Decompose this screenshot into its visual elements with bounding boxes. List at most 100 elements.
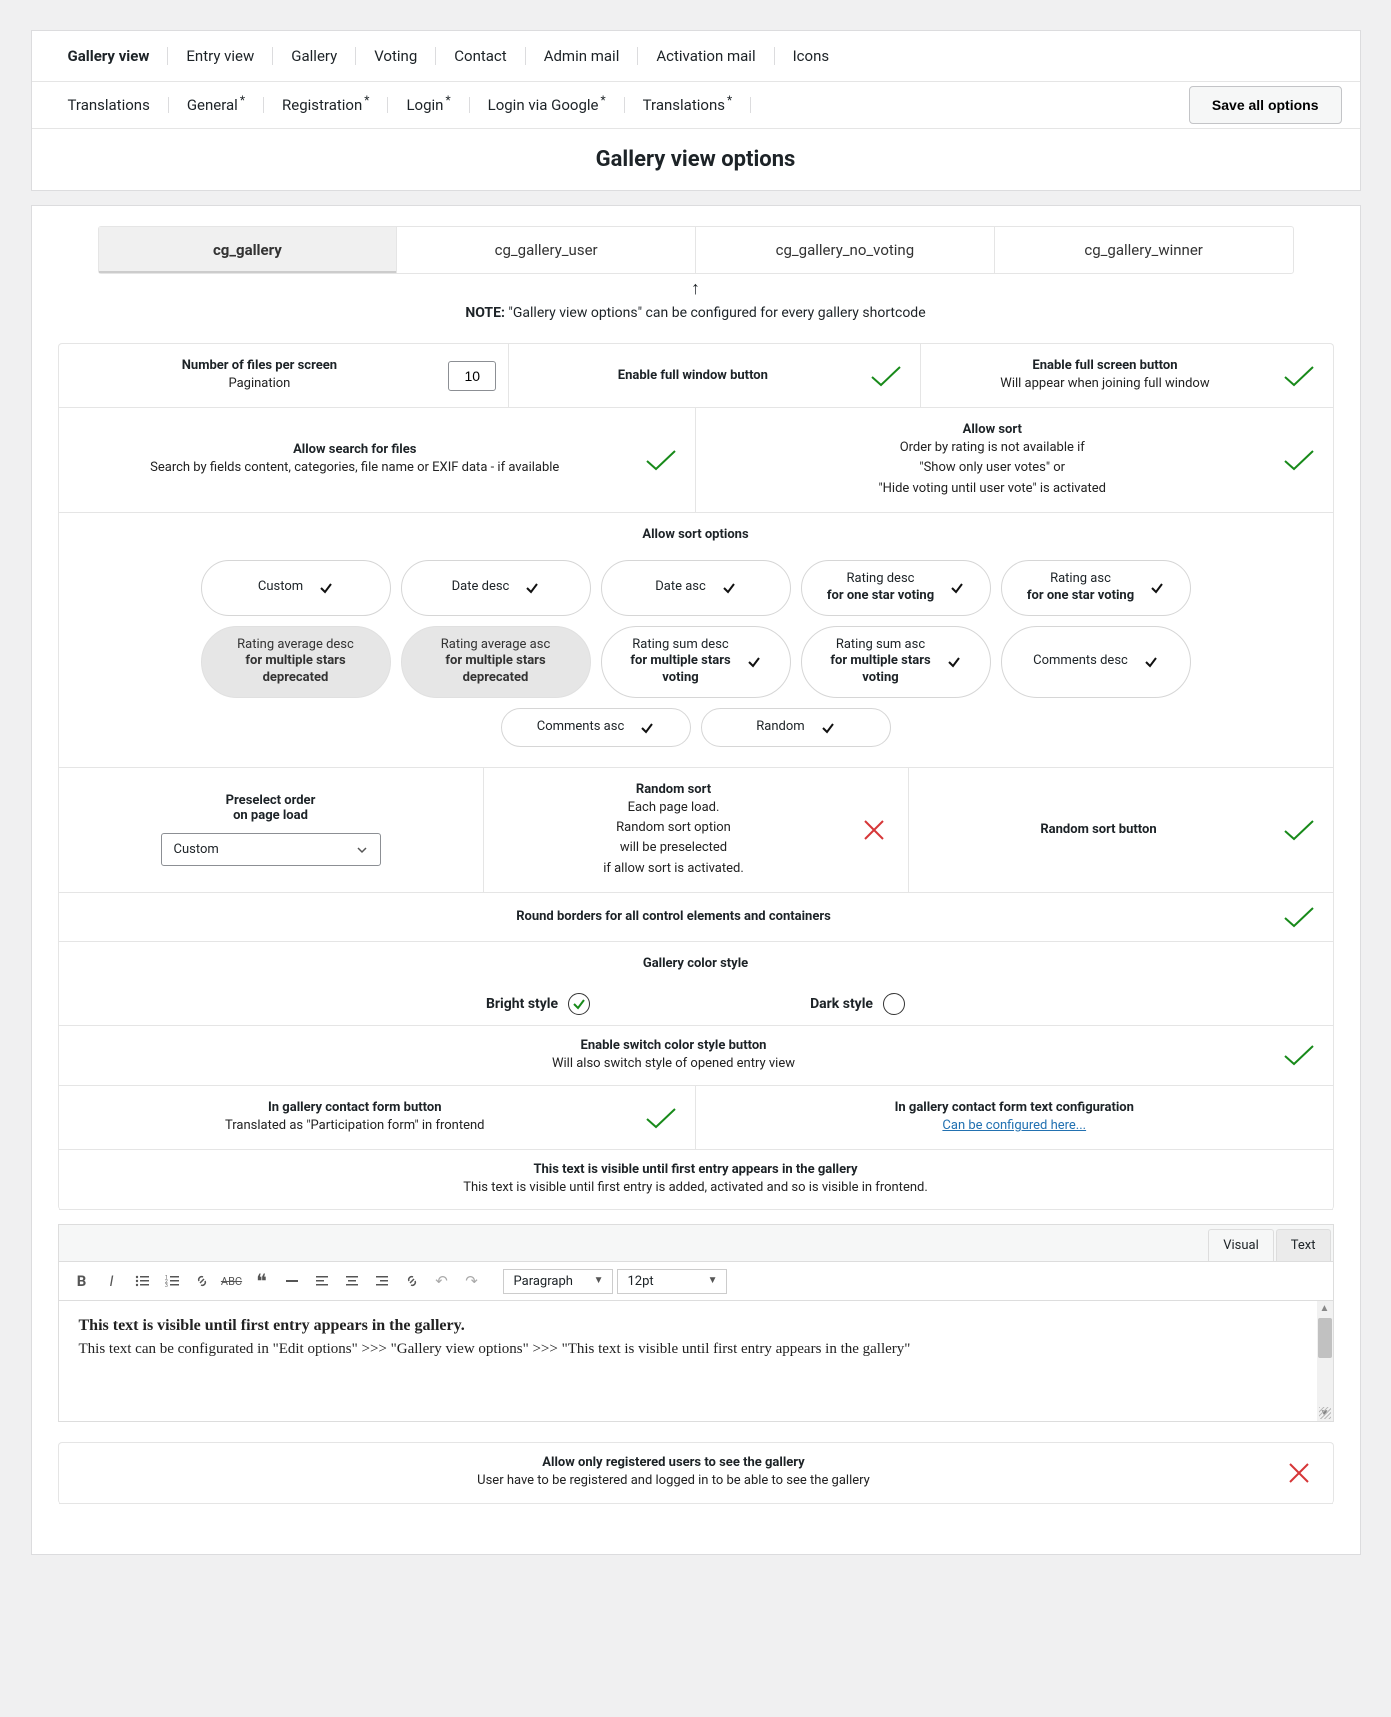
sort-option-rating-average-asc[interactable]: Rating average ascfor multiple starsdepr…: [401, 626, 591, 699]
round-borders-label: Round borders for all control elements a…: [71, 909, 1277, 924]
chevron-down-icon: [356, 844, 368, 856]
arrow-up-icon: ↑: [32, 278, 1360, 299]
registered-only-toggle[interactable]: [1277, 1460, 1321, 1486]
bullet-list-button[interactable]: [129, 1268, 155, 1294]
save-all-button[interactable]: Save all options: [1189, 86, 1342, 124]
editor-content[interactable]: This text is visible until first entry a…: [59, 1301, 1333, 1421]
secondary-nav: Translations General* Registration* Logi…: [32, 82, 1360, 129]
sort-option-random[interactable]: Random: [701, 708, 891, 747]
random-sort-button-label: Random sort button: [921, 822, 1277, 837]
check-icon: [821, 721, 835, 735]
nav-general[interactable]: General*: [169, 82, 263, 128]
contact-cfg-link[interactable]: Can be configured here...: [942, 1118, 1086, 1133]
blockquote-button[interactable]: ❝: [249, 1268, 275, 1294]
random-sort-toggle[interactable]: [852, 817, 896, 843]
link-button[interactable]: [189, 1268, 215, 1294]
nav-translations[interactable]: Translations: [50, 82, 168, 128]
dark-style-radio[interactable]: Dark style: [810, 993, 905, 1015]
full-window-label: Enable full window button: [521, 368, 864, 383]
pretext-label: This text is visible until first entry a…: [533, 1162, 857, 1177]
shortcode-tabs: cg_gallery cg_gallery_user cg_gallery_no…: [98, 226, 1294, 274]
undo-button[interactable]: ↶: [429, 1268, 455, 1294]
check-icon: [722, 581, 736, 595]
italic-button[interactable]: I: [99, 1268, 125, 1294]
switch-color-sub: Will also switch style of opened entry v…: [71, 1055, 1277, 1073]
paragraph-select[interactable]: Paragraph: [503, 1269, 613, 1294]
editor-tab-visual[interactable]: Visual: [1208, 1229, 1274, 1261]
editor-scrollbar[interactable]: ▲ ▼: [1317, 1301, 1333, 1421]
nav-admin-mail[interactable]: Admin mail: [526, 31, 638, 81]
sort-option-rating-sum-desc[interactable]: Rating sum descfor multiple starsvoting: [601, 626, 791, 699]
preselect-order-select[interactable]: Custom: [161, 833, 381, 866]
align-left-button[interactable]: [309, 1268, 335, 1294]
nav-contact[interactable]: Contact: [436, 31, 524, 81]
allow-search-toggle[interactable]: [639, 448, 683, 472]
hr-button[interactable]: [279, 1268, 305, 1294]
scroll-up-icon[interactable]: ▲: [1320, 1301, 1330, 1316]
editor-toolbar: B I 123 ABC ❝ ↶ ↷ Paragraph 12pt: [59, 1262, 1333, 1301]
strikethrough-button[interactable]: ABC: [219, 1268, 245, 1294]
nav-icons[interactable]: Icons: [775, 31, 848, 81]
scroll-thumb[interactable]: [1318, 1318, 1332, 1358]
allow-sort-label: Allow sort: [708, 422, 1277, 437]
sort-option-comments-desc[interactable]: Comments desc: [1001, 626, 1191, 699]
check-icon: [572, 997, 586, 1011]
switch-color-toggle[interactable]: [1277, 1043, 1321, 1067]
bright-style-radio[interactable]: Bright style: [486, 993, 590, 1015]
full-window-toggle[interactable]: [864, 364, 908, 388]
redo-button[interactable]: ↷: [459, 1268, 485, 1294]
nav-entry-view[interactable]: Entry view: [168, 31, 272, 81]
sort-option-comments-asc[interactable]: Comments asc: [501, 708, 691, 747]
check-icon: [640, 721, 654, 735]
registered-only-sub: User have to be registered and logged in…: [71, 1472, 1277, 1490]
full-screen-label: Enable full screen button: [933, 358, 1276, 373]
sort-option-rating-desc[interactable]: Rating descfor one star voting: [801, 560, 991, 616]
align-center-button[interactable]: [339, 1268, 365, 1294]
files-per-screen-input[interactable]: [448, 361, 496, 391]
nav-login[interactable]: Login*: [388, 82, 468, 128]
check-icon: [1144, 655, 1158, 669]
resize-grip-icon[interactable]: [1319, 1407, 1331, 1419]
tab-cg-gallery[interactable]: cg_gallery: [99, 227, 398, 273]
check-icon: [950, 581, 964, 595]
tab-cg-gallery-no-voting[interactable]: cg_gallery_no_voting: [696, 227, 995, 273]
contact-cfg-label: In gallery contact form text configurati…: [708, 1100, 1321, 1115]
page-title: Gallery view options: [32, 129, 1360, 190]
sort-option-rating-average-desc[interactable]: Rating average descfor multiple starsdep…: [201, 626, 391, 699]
round-borders-toggle[interactable]: [1277, 905, 1321, 929]
nav-registration[interactable]: Registration*: [264, 82, 387, 128]
random-sort-button-toggle[interactable]: [1277, 818, 1321, 842]
editor-tab-text[interactable]: Text: [1276, 1229, 1331, 1261]
fontsize-select[interactable]: 12pt: [617, 1269, 727, 1294]
nav-gallery-view[interactable]: Gallery view: [50, 31, 168, 81]
nav-voting[interactable]: Voting: [356, 31, 435, 81]
allow-sort-toggle[interactable]: [1277, 448, 1321, 472]
sort-option-rating-sum-asc[interactable]: Rating sum ascfor multiple starsvoting: [801, 626, 991, 699]
registered-only-label: Allow only registered users to see the g…: [71, 1455, 1277, 1470]
random-sort-label: Random sort: [496, 782, 852, 797]
tab-cg-gallery-winner[interactable]: cg_gallery_winner: [995, 227, 1293, 273]
nav-gallery[interactable]: Gallery: [273, 31, 355, 81]
number-list-button[interactable]: 123: [159, 1268, 185, 1294]
nav-translations-2[interactable]: Translations*: [625, 82, 751, 128]
check-icon: [747, 655, 761, 669]
full-screen-sub: Will appear when joining full window: [933, 375, 1276, 393]
sort-option-rating-asc[interactable]: Rating ascfor one star voting: [1001, 560, 1191, 616]
allow-search-sub: Search by fields content, categories, fi…: [71, 459, 640, 477]
insert-link-button[interactable]: [399, 1268, 425, 1294]
tab-cg-gallery-user[interactable]: cg_gallery_user: [397, 227, 696, 273]
nav-activation-mail[interactable]: Activation mail: [638, 31, 773, 81]
full-screen-toggle[interactable]: [1277, 364, 1321, 388]
bold-button[interactable]: B: [69, 1268, 95, 1294]
allow-search-label: Allow search for files: [71, 442, 640, 457]
nav-login-google[interactable]: Login via Google*: [470, 82, 624, 128]
sort-option-custom[interactable]: Custom: [201, 560, 391, 616]
gallery-color-style-head: Gallery color style: [59, 942, 1333, 981]
sort-option-date-asc[interactable]: Date asc: [601, 560, 791, 616]
sort-option-date-desc[interactable]: Date desc: [401, 560, 591, 616]
align-right-button[interactable]: [369, 1268, 395, 1294]
primary-nav: Gallery view Entry view Gallery Voting C…: [32, 31, 1360, 82]
note-text: NOTE: "Gallery view options" can be conf…: [32, 299, 1360, 343]
contact-btn-toggle[interactable]: [639, 1106, 683, 1130]
pretext-sub: This text is visible until first entry i…: [463, 1179, 928, 1197]
